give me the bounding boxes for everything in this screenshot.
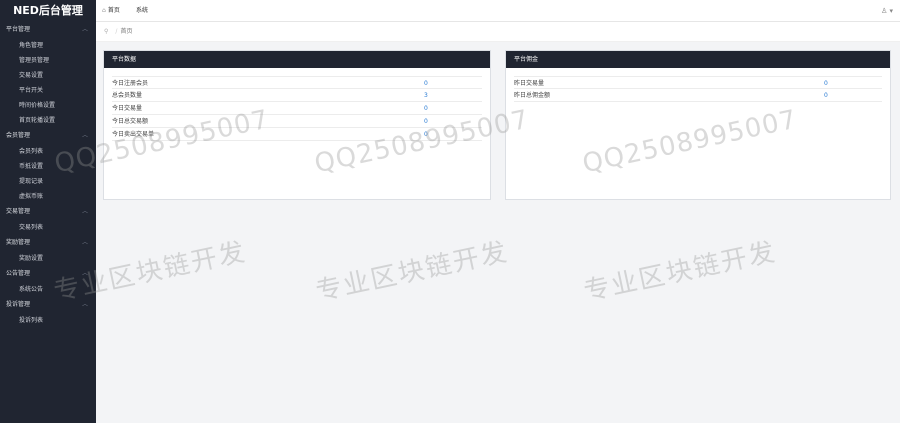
platform-data-panel: 平台数据 今日注册会员 0 总会员数量 3 今日交易量 0 今日总交易额 0 今…	[103, 50, 491, 200]
sidebar-item-reward-settings[interactable]: 奖励设置	[0, 251, 96, 266]
sidebar-group-label: 会员管理	[6, 132, 31, 139]
sidebar-group-rewards[interactable]: 奖励管理 ︿	[0, 235, 96, 251]
chevron-up-icon: ︿	[81, 239, 88, 246]
tab-label: 首页	[107, 7, 120, 14]
chevron-up-icon: ︿	[81, 132, 88, 139]
stat-label: 今日总交易额	[112, 118, 149, 125]
stat-label: 昨日交易量	[514, 80, 545, 87]
sidebar-group-trades[interactable]: 交易管理 ︿	[0, 204, 96, 220]
stat-row-yesterday-volume: 昨日交易量 0	[514, 76, 882, 89]
sidebar-item-member-list[interactable]: 会员列表	[0, 144, 96, 159]
tab-label: 系统	[136, 7, 149, 14]
main-content: 平台数据 今日注册会员 0 总会员数量 3 今日交易量 0 今日总交易额 0 今…	[96, 42, 900, 423]
panel-body: 昨日交易量 0 昨日总佣金额 0	[506, 68, 890, 102]
sidebar-group-label: 平台管理	[6, 26, 31, 33]
sidebar-group-label: 交易管理	[6, 208, 31, 215]
stat-row-today-sell-orders: 今日卖出交易单 0	[112, 128, 482, 141]
sidebar-group-members[interactable]: 会员管理 ︿	[0, 128, 96, 144]
sidebar-item-trade-settings[interactable]: 交易设置	[0, 68, 96, 83]
chevron-up-icon: ︿	[81, 26, 88, 33]
sidebar-item-system-notice[interactable]: 系统公告	[0, 282, 96, 297]
stat-label: 今日注册会员	[112, 80, 149, 87]
sidebar-group-label: 奖励管理	[6, 239, 31, 246]
sidebar-item-admins[interactable]: 管理员管理	[0, 53, 96, 68]
stat-row-today-total-amount: 今日总交易额 0	[112, 115, 482, 128]
stat-row-yesterday-fees: 昨日总佣金额 0	[514, 89, 882, 102]
stat-value[interactable]: 0	[424, 128, 428, 141]
sidebar-item-complaint-list[interactable]: 投诉列表	[0, 313, 96, 328]
app-logo: NED后台管理	[13, 4, 83, 17]
sidebar-item-roles[interactable]: 角色管理	[0, 38, 96, 53]
sidebar-group-label: 投诉管理	[6, 301, 31, 308]
stat-label: 昨日总佣金额	[514, 92, 551, 99]
chevron-up-icon: ︿	[81, 208, 88, 215]
panel-title: 平台数据	[104, 51, 490, 68]
sidebar-item-carousel[interactable]: 首页轮播设置	[0, 113, 96, 128]
stat-label: 今日卖出交易单	[112, 131, 155, 138]
stat-value[interactable]: 0	[824, 89, 828, 102]
user-icon: ♙ ▾	[880, 7, 893, 15]
sidebar-item-platform-switch[interactable]: 平台开关	[0, 83, 96, 98]
breadcrumb-item-home[interactable]: 首页	[120, 28, 132, 35]
tab-system[interactable]: 系统	[136, 0, 148, 22]
stat-value[interactable]: 3	[424, 89, 428, 102]
stat-row-total-members: 总会员数量 3	[112, 89, 482, 102]
stat-row-today-volume: 今日交易量 0	[112, 102, 482, 115]
panel-title: 平台佣金	[506, 51, 890, 68]
sidebar-item-withdraw-records[interactable]: 提现记录	[0, 174, 96, 189]
top-bar: ⌂ 首页 系统 ♙ ▾	[96, 0, 900, 22]
stat-row-today-registrations: 今日注册会员 0	[112, 76, 482, 89]
stat-value[interactable]: 0	[424, 102, 428, 115]
platform-fees-panel: 平台佣金 昨日交易量 0 昨日总佣金额 0	[505, 50, 891, 200]
sidebar: NED后台管理 平台管理 ︿ 角色管理 管理员管理 交易设置 平台开关 時间价格…	[0, 0, 96, 423]
sidebar-item-time-price[interactable]: 時间价格设置	[0, 98, 96, 113]
sidebar-group-announcements[interactable]: 公告管理 ︿	[0, 266, 96, 282]
home-icon: ⌂	[102, 7, 106, 14]
sidebar-item-virtual-account[interactable]: 虚拟币账	[0, 189, 96, 204]
sidebar-item-trade-list[interactable]: 交易列表	[0, 220, 96, 235]
chevron-up-icon: ︿	[81, 270, 88, 277]
stat-label: 今日交易量	[112, 105, 143, 112]
sidebar-item-coin-settings[interactable]: 币抵设置	[0, 159, 96, 174]
chevron-up-icon: ︿	[81, 301, 88, 308]
user-menu[interactable]: ♙ ▾	[881, 0, 893, 22]
breadcrumb: ⚲ / 首页	[96, 22, 900, 42]
breadcrumb-separator: /	[115, 28, 118, 35]
location-pin-icon: ⚲	[104, 28, 109, 35]
panel-body: 今日注册会员 0 总会员数量 3 今日交易量 0 今日总交易额 0 今日卖出交易…	[104, 68, 490, 141]
sidebar-group-complaints[interactable]: 投诉管理 ︿	[0, 297, 96, 313]
sidebar-group-label: 公告管理	[6, 270, 31, 277]
sidebar-group-platform[interactable]: 平台管理 ︿	[0, 22, 96, 38]
stat-value[interactable]: 0	[424, 115, 428, 128]
stat-label: 总会员数量	[112, 92, 143, 99]
tab-home[interactable]: ⌂ 首页	[102, 0, 120, 22]
